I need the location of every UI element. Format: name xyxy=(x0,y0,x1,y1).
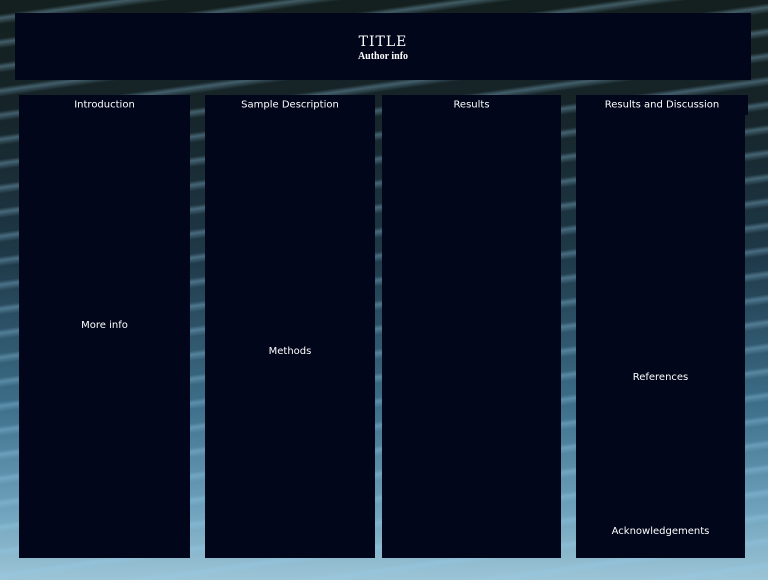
heading-results-discussion: Results and Discussion xyxy=(604,99,720,111)
column-results-discussion xyxy=(576,115,745,558)
acknowledgements-text: Acknowledgements xyxy=(611,526,710,537)
poster-title: TITLE xyxy=(358,34,408,50)
heading-sample-description: Sample Description xyxy=(241,99,339,111)
methods-text: Methods xyxy=(268,346,312,357)
more-info-text: More info xyxy=(81,320,128,331)
column-results xyxy=(382,95,561,558)
heading-results: Results xyxy=(453,99,490,111)
heading-introduction: Introduction xyxy=(74,99,135,111)
column-sample-description xyxy=(205,95,375,558)
title-banner: TITLE Author info xyxy=(15,13,751,80)
references-text: References xyxy=(632,372,689,383)
author-info: Author info xyxy=(357,51,409,62)
